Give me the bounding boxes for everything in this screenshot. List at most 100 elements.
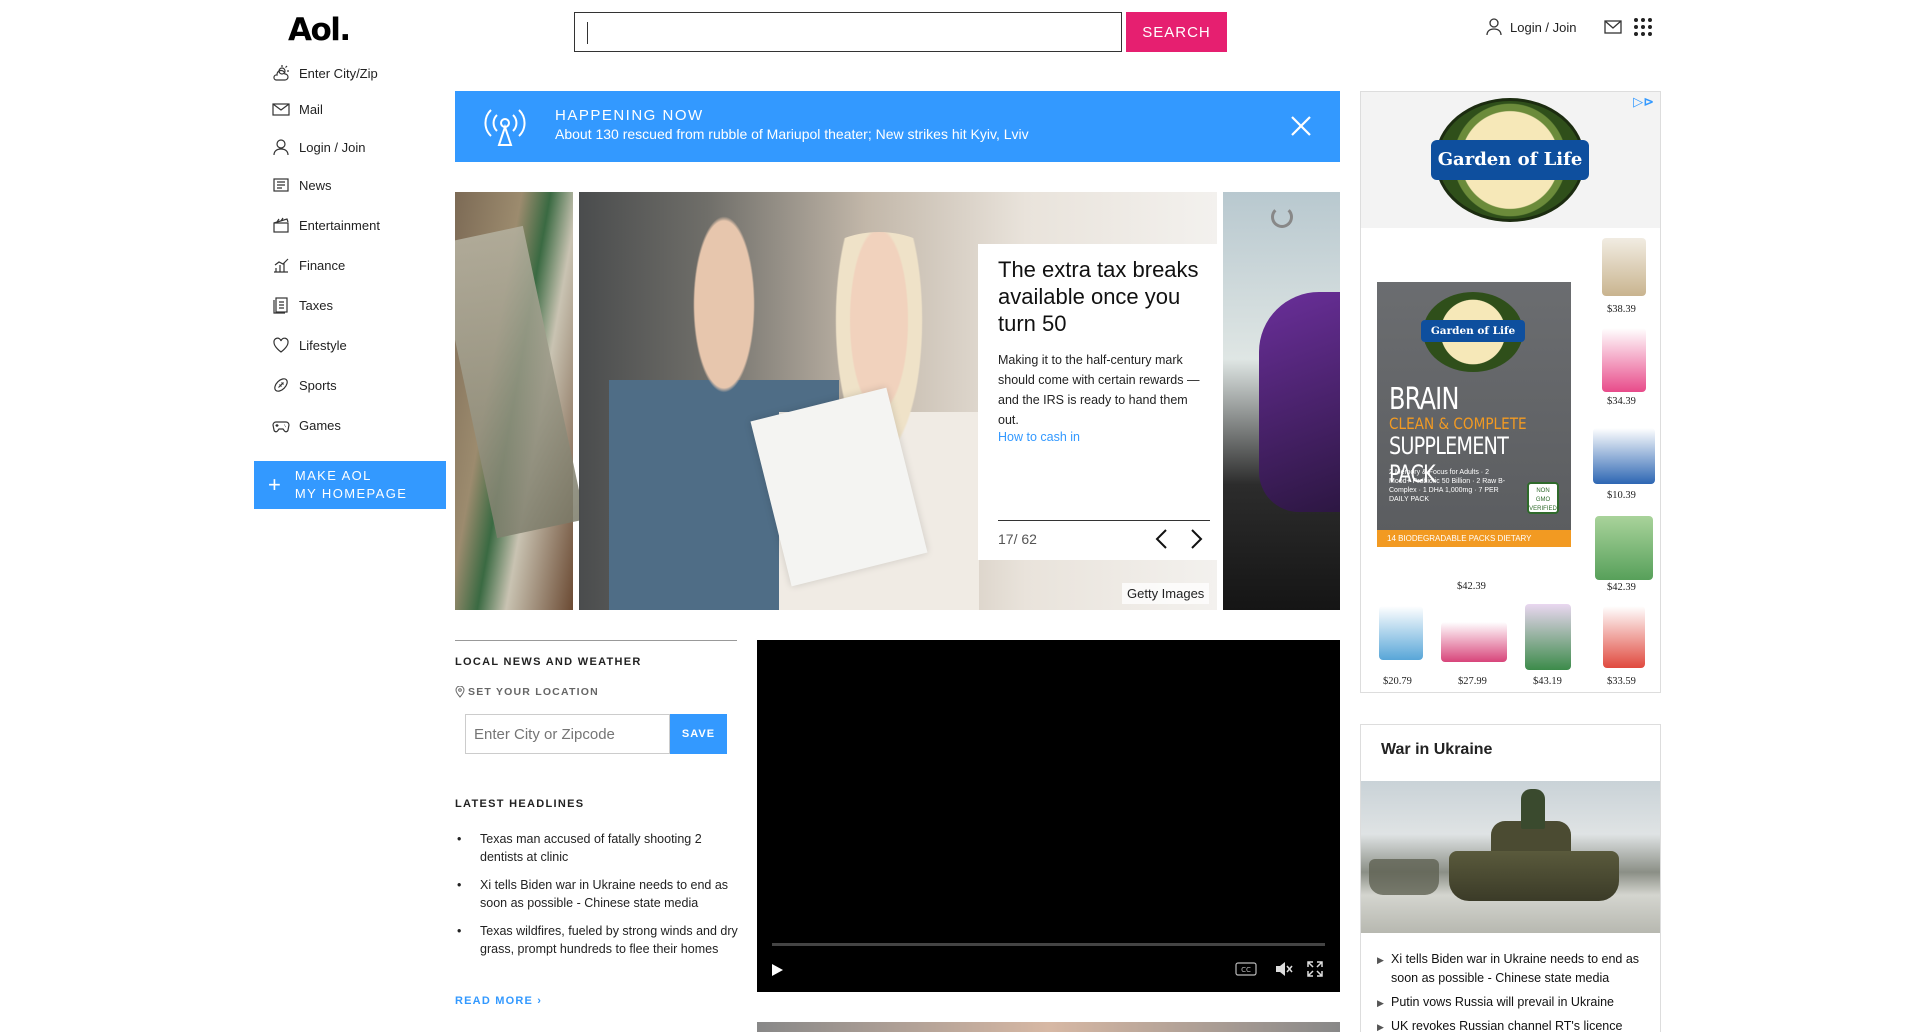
sidebar-item-entertainment[interactable]: Entertainment [272, 216, 380, 234]
sidebar-item-label: Lifestyle [299, 337, 347, 353]
list-item[interactable]: Xi tells Biden war in Ukraine needs to e… [455, 876, 740, 912]
chevron-right-icon[interactable] [1188, 528, 1204, 550]
sidebar-item-label: Finance [299, 257, 346, 273]
slide-cta-link[interactable]: How to cash in [998, 430, 1080, 444]
list-item[interactable]: Texas wildfires, fueled by strong winds … [455, 922, 740, 958]
happening-now-banner[interactable]: HAPPENING NOW About 130 rescued from rub… [455, 91, 1340, 162]
prev-slide-image[interactable] [455, 192, 586, 610]
product-thumb[interactable] [1603, 606, 1645, 668]
latest-headlines-title: LATEST HEADLINES [455, 798, 585, 810]
sidebar-item-label: Enter City/Zip [299, 65, 378, 81]
happening-headline[interactable]: About 130 rescued from rubble of Mariupo… [555, 126, 1029, 142]
search-button[interactable]: SEARCH [1126, 12, 1227, 52]
next-slide-image[interactable] [1223, 192, 1340, 610]
list-item[interactable]: Texas man accused of fatally shooting 2 … [455, 830, 740, 866]
loading-spinner-icon [1271, 206, 1293, 228]
aol-logo[interactable]: Aol. [288, 12, 351, 48]
sidebar-item-weather[interactable]: Enter City/Zip [272, 64, 378, 82]
war-in-ukraine-module: War in Ukraine Xi tells Biden war in Ukr… [1360, 724, 1661, 1032]
document-icon [273, 297, 288, 314]
product-thumb[interactable] [1602, 238, 1646, 296]
sidebar-item-label: Mail [299, 101, 323, 117]
non-gmo-badge: NON GMO VERIFIED [1527, 482, 1559, 514]
brand-logo: Garden of Life [1431, 140, 1589, 180]
sidebar-item-games[interactable]: Games [272, 416, 341, 434]
product-thumb[interactable] [1595, 516, 1653, 580]
product-price: $42.39 [1607, 582, 1636, 593]
product-thumb[interactable] [1602, 328, 1646, 392]
product-thumb[interactable] [1379, 606, 1423, 660]
heart-icon [273, 337, 289, 353]
product-price: $34.39 [1607, 396, 1636, 407]
next-video-thumbnail[interactable] [757, 1022, 1340, 1032]
sidebar-item-taxes[interactable]: Taxes [272, 296, 333, 314]
apps-grid-icon[interactable] [1634, 18, 1652, 36]
sidebar-item-finance[interactable]: Finance [272, 256, 345, 274]
sidebar-item-login[interactable]: Login / Join [272, 138, 366, 156]
product-box[interactable]: Garden of Life BRAIN CLEAN & COMPLETE SU… [1377, 282, 1571, 560]
sidebar-item-news[interactable]: News [272, 176, 332, 194]
product-price: $33.59 [1607, 676, 1636, 687]
list-item[interactable]: UK revokes Russian channel RT's licence [1377, 1017, 1652, 1032]
product-thumb[interactable] [1441, 622, 1507, 662]
slide-description: Making it to the half-century mark shoul… [998, 353, 1200, 427]
user-icon [1486, 18, 1502, 36]
product-thumb[interactable] [1525, 604, 1571, 670]
save-location-button[interactable]: SAVE [670, 714, 727, 754]
make-homepage-label: MAKE AOL MY HOMEPAGE [294, 468, 408, 501]
football-icon [274, 378, 288, 392]
set-location-label: SET YOUR LOCATION [468, 686, 599, 698]
product-price: $10.39 [1607, 490, 1636, 501]
product-thumb[interactable] [1593, 428, 1655, 484]
search-input[interactable] [574, 12, 1122, 52]
sidebar-item-label: Games [299, 417, 341, 433]
top-login-label: Login / Join [1510, 19, 1577, 35]
module-title[interactable]: War in Ukraine [1381, 741, 1492, 759]
fullscreen-icon[interactable] [1307, 961, 1323, 977]
featured-carousel: The extra tax breaks available once you … [455, 192, 1340, 610]
product-price: $43.19 [1533, 676, 1562, 687]
slide-counter: 17/ 62 [998, 531, 1037, 547]
svg-text:CC: CC [1241, 966, 1251, 974]
list-item[interactable]: Xi tells Biden war in Ukraine needs to e… [1377, 950, 1652, 988]
set-location-link[interactable]: SET YOUR LOCATION [455, 686, 599, 698]
advertisement[interactable]: Garden of Life ▷⊳ Garden of Life BRAIN C… [1360, 91, 1661, 693]
city-zip-input[interactable] [465, 714, 670, 754]
sidebar-item-label: Sports [299, 377, 337, 393]
module-image[interactable] [1361, 781, 1660, 933]
adchoices-icon[interactable]: ▷⊳ [1633, 94, 1654, 110]
top-login-link[interactable]: Login / Join [1486, 18, 1577, 36]
chart-icon [274, 258, 289, 273]
ad-header: Garden of Life [1361, 92, 1660, 228]
broadcast-icon [484, 109, 526, 146]
gamepad-icon [272, 421, 290, 433]
news-icon [273, 178, 289, 192]
chevron-left-icon[interactable] [1154, 528, 1170, 550]
mute-icon[interactable] [1275, 961, 1293, 977]
local-news-title: LOCAL NEWS AND WEATHER [455, 656, 642, 668]
sidebar-item-mail[interactable]: Mail [272, 100, 323, 118]
sidebar-item-sports[interactable]: Sports [272, 376, 337, 394]
mail-icon [272, 103, 290, 116]
happening-kicker: HAPPENING NOW [555, 107, 704, 124]
list-item[interactable]: Putin vows Russia will prevail in Ukrain… [1377, 993, 1652, 1013]
video-progress-bar[interactable] [772, 943, 1325, 946]
slide-title[interactable]: The extra tax breaks available once you … [998, 256, 1208, 337]
close-icon[interactable] [1290, 115, 1312, 137]
photo-credit: Getty Images [1122, 583, 1210, 604]
latest-headlines-list: Texas man accused of fatally shooting 2 … [455, 830, 740, 968]
divider [455, 640, 737, 641]
play-icon[interactable] [769, 962, 785, 978]
video-player[interactable]: CC [757, 640, 1340, 992]
make-homepage-button[interactable]: + MAKE AOL MY HOMEPAGE [254, 461, 446, 509]
product-price: $38.39 [1607, 304, 1636, 315]
divider [998, 520, 1210, 521]
sidebar-item-label: Entertainment [299, 217, 380, 233]
text-caret [587, 22, 588, 44]
closed-captions-icon[interactable]: CC [1235, 962, 1257, 976]
sidebar-item-lifestyle[interactable]: Lifestyle [272, 336, 347, 354]
mail-icon[interactable] [1604, 20, 1622, 34]
read-more-link[interactable]: READ MORE › [455, 995, 542, 1007]
product-price: $42.39 [1457, 581, 1486, 592]
plus-icon: + [268, 472, 281, 497]
